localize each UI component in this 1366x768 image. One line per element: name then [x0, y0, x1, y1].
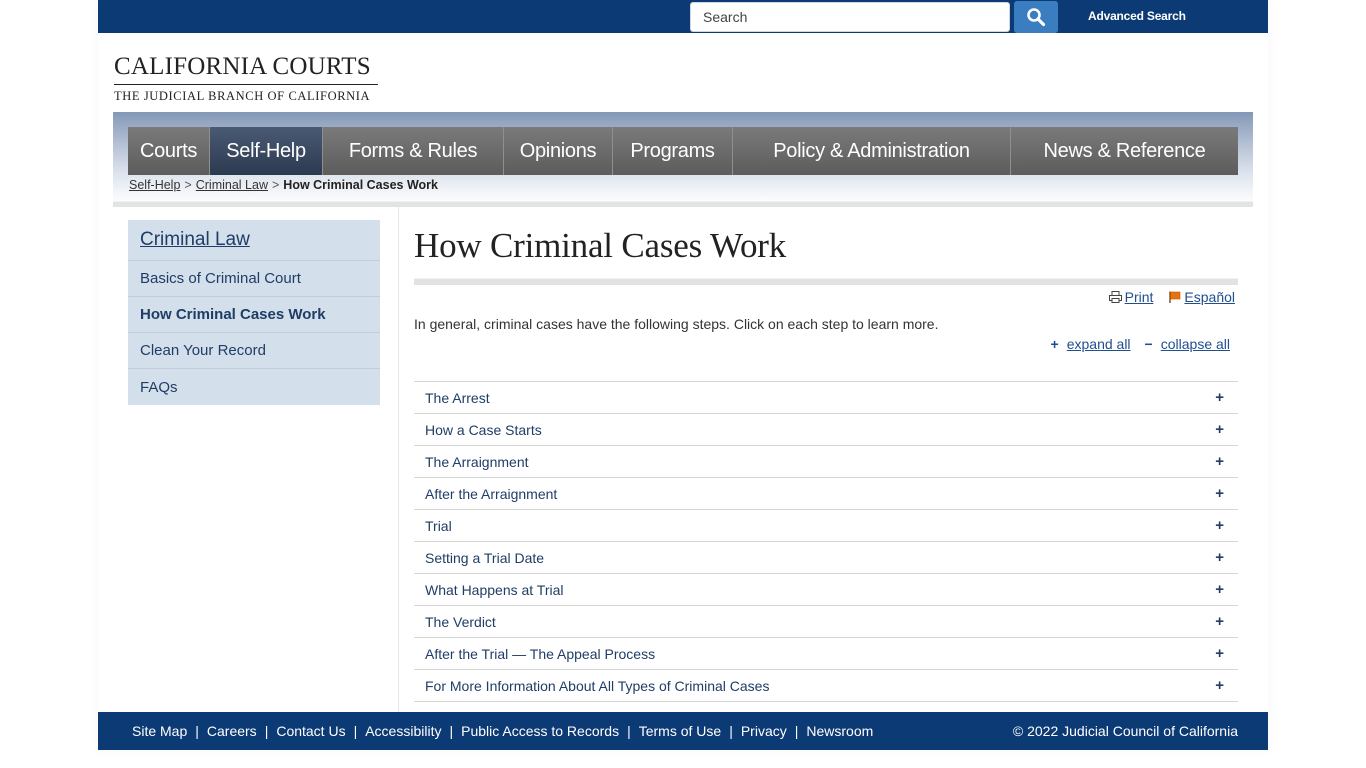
footer-separator: | [794, 723, 799, 739]
search-button[interactable] [1014, 1, 1058, 33]
accordion-item[interactable]: After the Arraignment + [414, 478, 1238, 510]
accordion-label: After the Trial — The Appeal Process [425, 645, 656, 662]
breadcrumb: Self-Help > Criminal Law > How Criminal Case… [129, 178, 438, 192]
divider [113, 201, 1253, 207]
expand-icon[interactable]: + [1215, 646, 1224, 661]
footer-separator: | [449, 723, 454, 739]
footer-link-public-access[interactable]: Public Access to Records [461, 723, 619, 739]
nav-item-forms-rules[interactable]: Forms & Rules [323, 127, 504, 175]
breadcrumb-self-help[interactable]: Self-Help [129, 178, 180, 192]
accordion-label: Trial [425, 517, 452, 534]
accordion-item[interactable]: How a Case Starts + [414, 414, 1238, 446]
language-tool[interactable]: Español [1169, 289, 1235, 305]
expand-icon[interactable]: + [1215, 454, 1224, 469]
footer-separator: | [195, 723, 199, 739]
expand-icon[interactable]: + [1215, 614, 1224, 629]
site-logo[interactable]: CALIFORNIA COURTS THE JUDICIAL BRANCH OF… [114, 53, 378, 104]
nav-item-self-help[interactable]: Self-Help [210, 127, 323, 175]
expand-collapse-controls: + expand all − collapse all [1051, 336, 1230, 352]
flag-icon [1169, 291, 1181, 303]
logo-subtitle: THE JUDICIAL BRANCH OF CALIFORNIA [114, 89, 371, 103]
footer-link-newsroom[interactable]: Newsroom [806, 723, 873, 739]
collapse-all-link[interactable]: collapse all [1161, 336, 1230, 352]
accordion-label: What Happens at Trial [425, 581, 564, 598]
accordion-item[interactable]: The Verdict + [414, 606, 1238, 638]
accordion-item[interactable]: The Arrest + [414, 382, 1238, 414]
sidebar-heading[interactable]: Criminal Law [128, 220, 380, 261]
main-nav: Courts Self-Help Forms & Rules Opinions … [128, 127, 1238, 175]
footer-link-site-map[interactable]: Site Map [132, 723, 187, 739]
breadcrumb-separator: > [184, 178, 192, 192]
nav-item-policy-administration[interactable]: Policy & Administration [733, 127, 1011, 175]
footer-separator: | [729, 723, 733, 739]
search-icon [1027, 8, 1046, 27]
expand-icon[interactable]: + [1215, 582, 1224, 597]
advanced-search-link[interactable]: Advanced Search [1088, 9, 1186, 23]
page-tools: Print Español [1108, 289, 1235, 305]
breadcrumb-separator: > [271, 178, 280, 192]
breadcrumb-criminal-law[interactable]: Criminal Law [196, 178, 268, 192]
logo-title: CALIFORNIA COURTS [114, 53, 378, 85]
main-content: How Criminal Cases Work Print Español In… [414, 220, 1238, 702]
accordion-label: After the Arraignment [425, 485, 558, 502]
expand-icon[interactable]: + [1215, 390, 1224, 405]
plus-icon: + [1050, 336, 1059, 352]
steps-accordion: The Arrest + How a Case Starts + The Arrai… [414, 381, 1238, 702]
column-divider [398, 207, 399, 712]
print-tool[interactable]: Print [1108, 289, 1154, 305]
title-divider [414, 278, 1238, 285]
accordion-item[interactable]: The Arraignment + [414, 446, 1238, 478]
page: Advanced Search CALIFORNIA COURTS THE JU… [98, 0, 1268, 750]
search-input[interactable] [690, 2, 1010, 32]
expand-icon[interactable]: + [1215, 518, 1224, 533]
footer-link-terms[interactable]: Terms of Use [639, 723, 721, 739]
footer-separator: | [264, 723, 269, 739]
sidebar-item-basics[interactable]: Basics of Criminal Court [128, 261, 380, 297]
printer-icon [1108, 291, 1122, 303]
footer: Site Map | Careers | Contact Us | Access… [98, 712, 1268, 750]
intro-text: In general, criminal cases have the foll… [414, 316, 939, 332]
footer-link-privacy[interactable]: Privacy [741, 723, 787, 739]
espanol-link[interactable]: Español [1184, 289, 1235, 305]
expand-icon[interactable]: + [1215, 678, 1224, 693]
accordion-item[interactable]: After the Trial — The Appeal Process + [414, 638, 1238, 670]
page-title: How Criminal Cases Work [414, 226, 787, 265]
copyright: © 2022 Judicial Council of California [1012, 723, 1238, 739]
sidebar: Criminal Law Basics of Criminal Court Ho… [128, 220, 380, 405]
accordion-label: The Arraignment [425, 453, 529, 470]
nav-item-news-reference[interactable]: News & Reference [1011, 127, 1238, 175]
expand-icon[interactable]: + [1215, 486, 1224, 501]
accordion-label: The Arrest [425, 389, 490, 406]
accordion-label: The Verdict [425, 613, 496, 630]
footer-separator: | [627, 723, 631, 739]
footer-link-contact-us[interactable]: Contact Us [276, 723, 345, 739]
sidebar-item-how-cases-work[interactable]: How Criminal Cases Work [128, 297, 380, 333]
print-link[interactable]: Print [1125, 289, 1154, 305]
expand-icon[interactable]: + [1215, 550, 1224, 565]
nav-item-opinions[interactable]: Opinions [504, 127, 613, 175]
nav-band: Courts Self-Help Forms & Rules Opinions … [113, 112, 1253, 204]
footer-link-careers[interactable]: Careers [207, 723, 257, 739]
accordion-label: For More Information About All Types of … [425, 677, 770, 694]
footer-link-accessibility[interactable]: Accessibility [365, 723, 441, 739]
breadcrumb-current: How Criminal Cases Work [283, 178, 438, 192]
accordion-item[interactable]: Setting a Trial Date + [414, 542, 1238, 574]
accordion-item[interactable]: Trial + [414, 510, 1238, 542]
footer-separator: | [353, 723, 358, 739]
expand-all-link[interactable]: expand all [1067, 336, 1131, 352]
minus-icon: − [1144, 336, 1153, 352]
top-bar: Advanced Search [98, 0, 1268, 33]
nav-item-programs[interactable]: Programs [613, 127, 733, 175]
accordion-label: How a Case Starts [425, 421, 542, 438]
accordion-item[interactable]: What Happens at Trial + [414, 574, 1238, 606]
accordion-label: Setting a Trial Date [425, 549, 545, 566]
sidebar-item-faqs[interactable]: FAQs [128, 369, 380, 405]
accordion-item[interactable]: For More Information About All Types of … [414, 670, 1238, 702]
sidebar-item-clean-record[interactable]: Clean Your Record [128, 333, 380, 369]
footer-links: Site Map | Careers | Contact Us | Access… [132, 723, 873, 739]
nav-item-courts[interactable]: Courts [128, 127, 210, 175]
expand-icon[interactable]: + [1215, 422, 1224, 437]
